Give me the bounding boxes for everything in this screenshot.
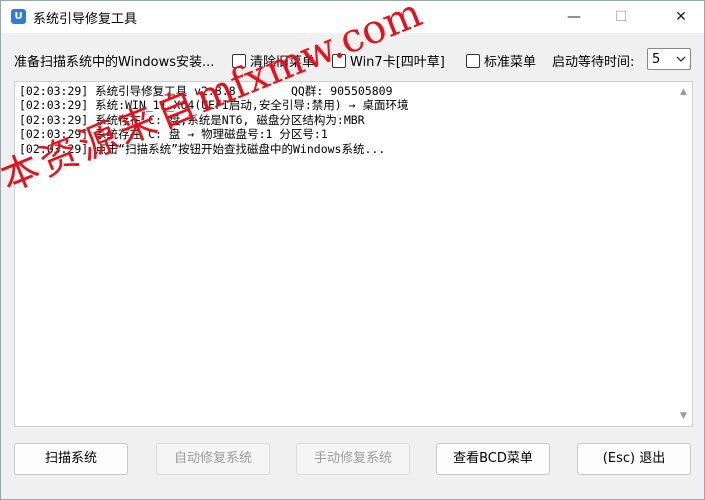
- checkbox-box[interactable]: [332, 54, 346, 68]
- app-window: U 系统引导修复工具 — ☐ ✕ 准备扫描系统中的Windows安装... 清除…: [0, 0, 705, 500]
- log-line: [02:03:29] 系统引导修复工具 v2.8.8 QQ群: 90550580…: [19, 84, 393, 98]
- title-bar[interactable]: U 系统引导修复工具 — ☐ ✕: [1, 1, 704, 33]
- win7-clover-checkbox[interactable]: Win7卡[四叶草]: [332, 51, 445, 70]
- options-toolbar: 准备扫描系统中的Windows安装... 清除旧菜单 Win7卡[四叶草] 标准…: [1, 45, 704, 75]
- log-line: [02:03:29] 系统存在 C: 盘,系统是NT6, 磁盘分区结构为:MBR: [19, 112, 365, 127]
- wait-time-label: 启动等待时间:: [552, 55, 635, 70]
- scroll-up-arrow-icon[interactable]: ▲: [675, 84, 692, 100]
- close-button[interactable]: ✕: [658, 1, 704, 33]
- app-icon: U: [11, 9, 26, 24]
- log-lines: [02:03:29] 系统引导修复工具 v2.8.8 QQ群: 90550580…: [19, 84, 669, 156]
- log-line: [02:03:29] 点击“扫描系统”按钮开始查找磁盘中的Windows系统..…: [19, 141, 386, 156]
- chevron-down-icon: [675, 51, 687, 70]
- maximize-button[interactable]: ☐: [598, 1, 644, 33]
- action-buttons: 扫描系统 自动修复系统 手动修复系统 查看BCD菜单 (Esc) 退出: [1, 443, 704, 479]
- vertical-scrollbar[interactable]: ▲ ▼: [675, 82, 692, 426]
- checkbox-label: 清除旧菜单: [250, 55, 316, 70]
- window-title: 系统引导修复工具: [33, 12, 138, 27]
- standard-menu-checkbox[interactable]: 标准菜单: [466, 51, 536, 70]
- view-bcd-menu-button[interactable]: 查看BCD菜单: [436, 443, 550, 475]
- checkbox-label: 标准菜单: [484, 55, 537, 70]
- clear-old-menu-checkbox[interactable]: 清除旧菜单: [232, 51, 315, 70]
- checkbox-box[interactable]: [232, 54, 246, 68]
- wait-time-value: 5: [652, 52, 661, 67]
- scan-system-button[interactable]: 扫描系统: [14, 443, 128, 475]
- scroll-down-arrow-icon[interactable]: ▼: [675, 408, 692, 424]
- minimize-button[interactable]: —: [551, 1, 597, 33]
- wait-time-select[interactable]: 5: [647, 48, 691, 70]
- checkbox-label: Win7卡[四叶草]: [350, 55, 445, 70]
- manual-repair-button[interactable]: 手动修复系统: [296, 443, 410, 475]
- exit-button[interactable]: (Esc) 退出: [577, 443, 691, 475]
- log-line: [02:03:29] 系统:WIN_11_X64(UEFI启动,安全引导:禁用)…: [19, 98, 409, 113]
- auto-repair-button[interactable]: 自动修复系统: [156, 443, 270, 475]
- scan-status-label: 准备扫描系统中的Windows安装...: [14, 55, 215, 70]
- log-output[interactable]: [02:03:29] 系统引导修复工具 v2.8.8 QQ群: 90550580…: [14, 81, 693, 427]
- log-line: [02:03:29] 系统存在 C: 盘 → 物理磁盘号:1 分区号:1: [19, 127, 328, 142]
- checkbox-box[interactable]: [466, 54, 480, 68]
